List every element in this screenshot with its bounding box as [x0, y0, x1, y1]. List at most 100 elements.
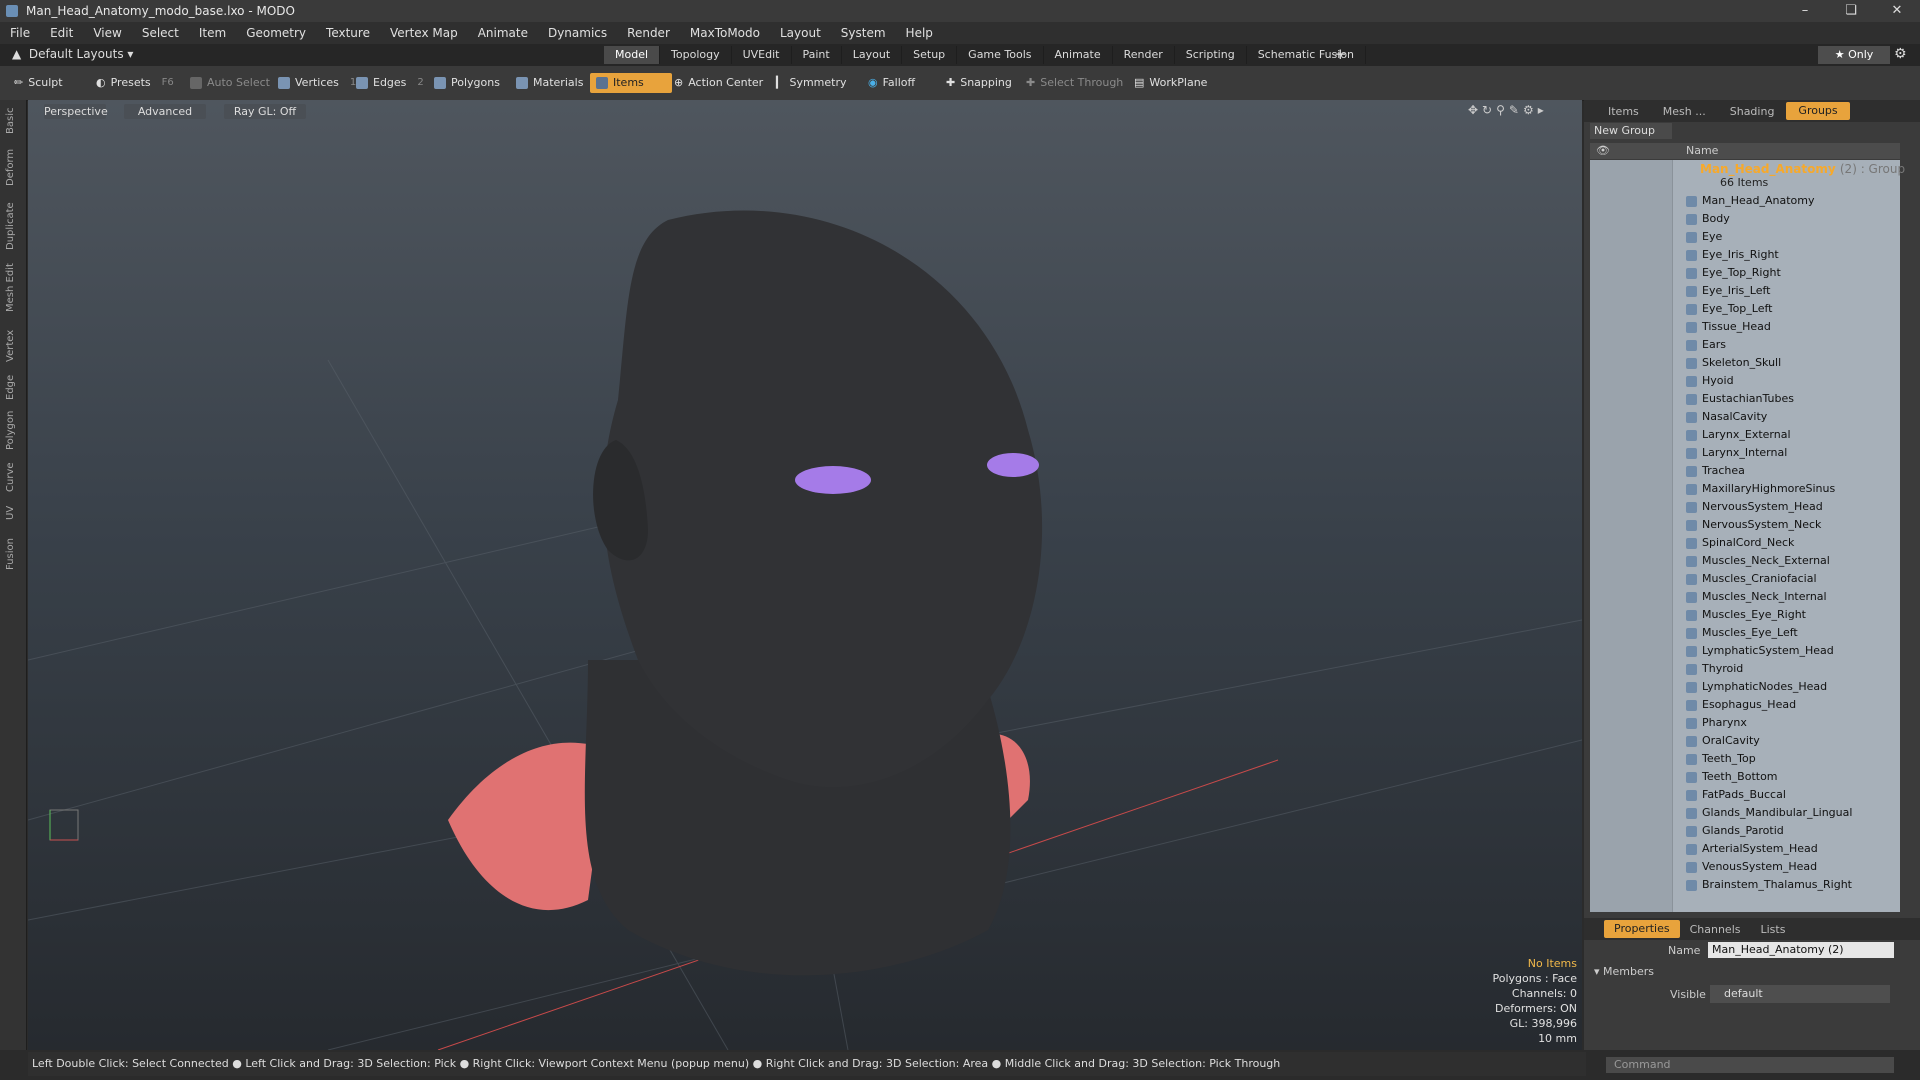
perspective-dropdown[interactable]: Perspective: [44, 104, 108, 119]
list-item[interactable]: LymphaticSystem_Head: [1686, 642, 1834, 660]
list-item[interactable]: Eye_Iris_Right: [1686, 246, 1779, 264]
group-title[interactable]: Man_Head_Anatomy (2) : Group: [1700, 162, 1905, 176]
strip-tab-basic[interactable]: Basic: [5, 108, 16, 134]
list-item[interactable]: OralCavity: [1686, 732, 1760, 750]
tab-properties[interactable]: Properties: [1604, 920, 1680, 938]
strip-tab-uv[interactable]: UV: [5, 506, 16, 520]
tab-schematic-fusion[interactable]: Schematic Fusion: [1247, 46, 1367, 64]
menu-vertex-map[interactable]: Vertex Map: [380, 26, 468, 40]
menu-view[interactable]: View: [83, 26, 131, 40]
advanced-dropdown[interactable]: Advanced: [124, 104, 206, 119]
list-item[interactable]: Hyoid: [1686, 372, 1734, 390]
viewport-nav-icons[interactable]: ✥↻⚲✎⚙▸: [1468, 103, 1548, 117]
menu-dynamics[interactable]: Dynamics: [538, 26, 617, 40]
tab-mesh[interactable]: Mesh ...: [1651, 105, 1718, 118]
tab-game-tools[interactable]: Game Tools: [957, 46, 1044, 64]
list-item[interactable]: Body: [1686, 210, 1730, 228]
list-item[interactable]: Muscles_Eye_Left: [1686, 624, 1798, 642]
list-item[interactable]: NervousSystem_Head: [1686, 498, 1823, 516]
list-item[interactable]: Muscles_Neck_Internal: [1686, 588, 1827, 606]
name-field[interactable]: Man_Head_Anatomy (2): [1708, 942, 1894, 958]
strip-tab-mesh-edit[interactable]: Mesh Edit: [5, 263, 16, 312]
menu-maxtomodo[interactable]: MaxToModo: [680, 26, 770, 40]
list-item[interactable]: Ears: [1686, 336, 1726, 354]
workplane-button[interactable]: ▤ WorkPlane: [1128, 73, 1213, 93]
menu-select[interactable]: Select: [132, 26, 189, 40]
strip-tab-edge[interactable]: Edge: [5, 375, 16, 400]
menu-help[interactable]: Help: [896, 26, 943, 40]
menu-texture[interactable]: Texture: [316, 26, 380, 40]
restore-icon[interactable]: ❏: [1828, 0, 1874, 22]
tab-shading[interactable]: Shading: [1718, 105, 1787, 118]
menu-render[interactable]: Render: [617, 26, 680, 40]
list-item[interactable]: FatPads_Buccal: [1686, 786, 1786, 804]
strip-tab-deform[interactable]: Deform: [5, 149, 16, 186]
layouts-dropdown[interactable]: ▲ Default Layouts ▾: [12, 47, 133, 61]
snapping-button[interactable]: ✚ Snapping: [940, 73, 1018, 93]
close-icon[interactable]: ✕: [1874, 0, 1920, 22]
list-item[interactable]: ArterialSystem_Head: [1686, 840, 1818, 858]
strip-tab-curve[interactable]: Curve: [5, 462, 16, 492]
polygons-button[interactable]: Polygons: [428, 73, 506, 93]
symmetry-button[interactable]: ▎ Symmetry: [770, 73, 853, 93]
list-item[interactable]: Trachea: [1686, 462, 1745, 480]
list-item[interactable]: Eye_Top_Left: [1686, 300, 1773, 318]
members-section[interactable]: ▾ Members: [1594, 965, 1654, 978]
items-button[interactable]: Items: [590, 73, 672, 93]
list-item[interactable]: Eye_Top_Right: [1686, 264, 1781, 282]
action-center-button[interactable]: ⊕ Action Center: [668, 73, 769, 93]
presets-button[interactable]: ◐ Presets F6: [90, 73, 180, 93]
tab-model[interactable]: Model: [604, 46, 661, 64]
list-item[interactable]: Thyroid: [1686, 660, 1743, 678]
3d-viewport[interactable]: [28, 100, 1582, 1050]
tab-render[interactable]: Render: [1113, 46, 1175, 64]
list-item[interactable]: Teeth_Top: [1686, 750, 1756, 768]
tab-paint[interactable]: Paint: [792, 46, 842, 64]
menu-item[interactable]: Item: [189, 26, 236, 40]
list-item[interactable]: VenousSystem_Head: [1686, 858, 1817, 876]
list-item[interactable]: Brainstem_Thalamus_Right: [1686, 876, 1852, 894]
list-item[interactable]: Muscles_Neck_External: [1686, 552, 1830, 570]
strip-tab-vertex[interactable]: Vertex: [5, 330, 16, 362]
tab-setup[interactable]: Setup: [902, 46, 958, 64]
list-item[interactable]: Glands_Mandibular_Lingual: [1686, 804, 1852, 822]
name-column-header[interactable]: Name: [1686, 144, 1718, 157]
visibility-columns[interactable]: [1590, 160, 1673, 912]
list-item[interactable]: EustachianTubes: [1686, 390, 1794, 408]
list-item[interactable]: Eye: [1686, 228, 1722, 246]
eye-column-icon[interactable]: 👁: [1596, 144, 1610, 157]
list-item[interactable]: Pharynx: [1686, 714, 1747, 732]
tab-channels[interactable]: Channels: [1680, 923, 1751, 936]
menu-file[interactable]: File: [0, 26, 40, 40]
list-item[interactable]: Esophagus_Head: [1686, 696, 1796, 714]
list-item[interactable]: LymphaticNodes_Head: [1686, 678, 1827, 696]
add-tab-button[interactable]: +: [1334, 45, 1347, 63]
tab-scripting[interactable]: Scripting: [1175, 46, 1247, 64]
list-item[interactable]: Teeth_Bottom: [1686, 768, 1778, 786]
materials-button[interactable]: Materials: [510, 73, 589, 93]
list-item[interactable]: Muscles_Eye_Right: [1686, 606, 1806, 624]
sculpt-button[interactable]: ✏ Sculpt: [8, 73, 69, 93]
gear-icon[interactable]: ⚙: [1894, 46, 1907, 62]
tab-groups[interactable]: Groups: [1786, 102, 1850, 120]
select-through-button[interactable]: ✚ Select Through: [1020, 73, 1129, 93]
list-item[interactable]: Muscles_Craniofacial: [1686, 570, 1817, 588]
edges-button[interactable]: Edges 2: [350, 73, 430, 93]
strip-tab-duplicate[interactable]: Duplicate: [5, 202, 16, 250]
strip-tab-polygon[interactable]: Polygon: [5, 411, 16, 450]
menu-geometry[interactable]: Geometry: [236, 26, 316, 40]
menu-animate[interactable]: Animate: [468, 26, 538, 40]
command-input[interactable]: Command: [1606, 1057, 1894, 1073]
tab-animate[interactable]: Animate: [1044, 46, 1113, 64]
list-item[interactable]: Larynx_External: [1686, 426, 1791, 444]
menu-edit[interactable]: Edit: [40, 26, 83, 40]
list-item[interactable]: NasalCavity: [1686, 408, 1767, 426]
list-item[interactable]: Eye_Iris_Left: [1686, 282, 1770, 300]
tab-items[interactable]: Items: [1584, 105, 1651, 118]
list-item[interactable]: MaxillaryHighmoreSinus: [1686, 480, 1835, 498]
list-item[interactable]: Man_Head_Anatomy: [1686, 192, 1814, 210]
only-toggle[interactable]: ★ Only: [1818, 46, 1890, 64]
list-item[interactable]: SpinalCord_Neck: [1686, 534, 1794, 552]
list-item[interactable]: Glands_Parotid: [1686, 822, 1784, 840]
list-item[interactable]: Tissue_Head: [1686, 318, 1771, 336]
